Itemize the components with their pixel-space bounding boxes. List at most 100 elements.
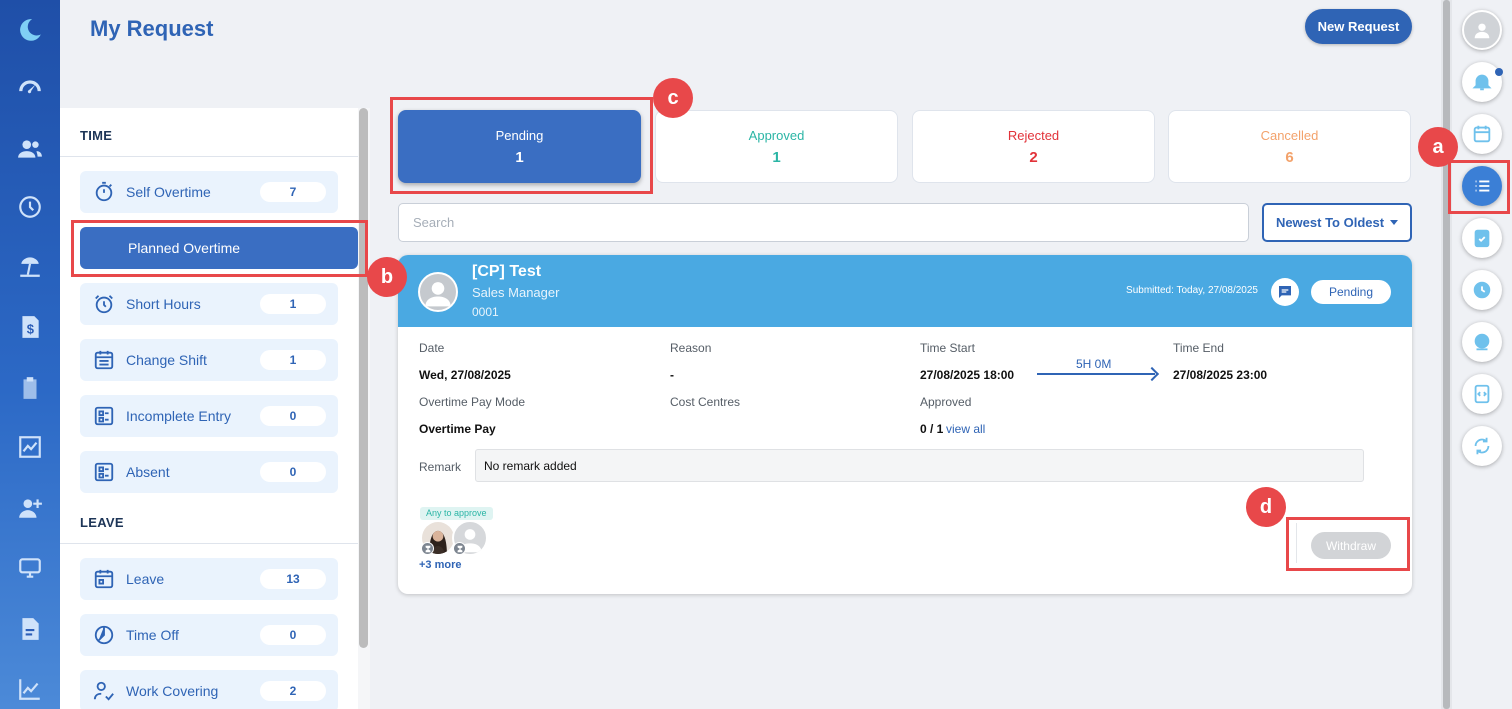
tab-count: 6 <box>1285 148 1294 166</box>
sidebar-item-change-shift[interactable]: Change Shift 1 <box>80 339 338 381</box>
sidebar-scrollbar-thumb[interactable] <box>359 108 368 648</box>
time-section-heading: TIME <box>80 128 113 143</box>
time-end-value: 27/08/2025 23:00 <box>1173 368 1268 382</box>
any-to-approve-tag: Any to approve <box>420 507 493 520</box>
tab-count: 2 <box>1029 148 1038 166</box>
sidebar-item-work-covering[interactable]: Work Covering 2 <box>80 670 338 709</box>
document-icon[interactable] <box>14 613 46 645</box>
page-title: My Request <box>90 16 214 41</box>
globe-button[interactable] <box>1462 322 1502 362</box>
date-label: Date <box>419 341 445 355</box>
date-value: Wed, 27/08/2025 <box>419 368 511 382</box>
tasks-button[interactable] <box>1462 218 1502 258</box>
sidebar-item-short-hours[interactable]: Short Hours 1 <box>80 283 338 325</box>
sidebar-item-absent[interactable]: Absent 0 <box>80 451 338 493</box>
list-icon <box>1475 180 1490 192</box>
pay-mode-value: Overtime Pay <box>419 422 496 436</box>
time-end-label: Time End <box>1173 341 1224 355</box>
employee-name: [CP] Test <box>472 263 542 280</box>
sidebar-item-count: 2 <box>260 681 326 701</box>
tab-label: Rejected <box>1007 127 1060 143</box>
dashboard-gauge-icon[interactable] <box>14 73 46 105</box>
bell-icon <box>1472 74 1492 91</box>
request-card[interactable]: [CP] Test Sales Manager 0001 Submitted: … <box>398 255 1412 594</box>
tab-pending[interactable]: Pending 1 <box>398 110 641 183</box>
sidebar-item-time-off[interactable]: Time Off 0 <box>80 614 338 656</box>
tab-cancelled[interactable]: Cancelled 6 <box>1168 110 1411 183</box>
withdraw-button[interactable]: Withdraw <box>1311 532 1391 559</box>
sync-button[interactable] <box>1462 426 1502 466</box>
clipboard-check-icon <box>1474 229 1490 248</box>
notification-dot <box>1495 68 1503 76</box>
tab-count: 1 <box>772 148 781 166</box>
sidebar-item-label: Absent <box>126 464 170 480</box>
report-chart-icon[interactable] <box>14 431 46 463</box>
caret-down-icon <box>1390 220 1399 225</box>
analytics-line-icon[interactable] <box>14 673 46 705</box>
calendar-icon <box>1473 125 1491 143</box>
annotation-marker-d: d <box>1246 487 1286 527</box>
divider <box>60 543 358 544</box>
profile-avatar-button[interactable] <box>1462 10 1502 50</box>
monitor-icon[interactable] <box>14 552 46 584</box>
add-user-icon[interactable] <box>14 492 46 524</box>
code-file-icon <box>1474 384 1490 404</box>
more-approvers-link[interactable]: +3 more <box>419 559 462 571</box>
main-nav-rail: $ <box>0 0 60 709</box>
sidebar-item-self-overtime[interactable]: Self Overtime 7 <box>80 171 338 213</box>
form-grid-icon <box>92 460 116 484</box>
my-request-list-button[interactable] <box>1462 166 1502 206</box>
attendance-button[interactable] <box>1462 270 1502 310</box>
duration-text: 5H 0M <box>1076 357 1112 371</box>
sidebar-item-label: Planned Overtime <box>128 240 241 256</box>
globe-icon <box>1474 333 1490 351</box>
clock-icon <box>1473 281 1491 299</box>
new-request-button[interactable]: New Request <box>1305 9 1412 44</box>
beach-leave-icon[interactable] <box>14 250 46 282</box>
chat-bubble-icon <box>1279 286 1291 298</box>
divider <box>1296 523 1297 563</box>
tab-approved[interactable]: Approved 1 <box>655 110 898 183</box>
sidebar-item-label: Change Shift <box>126 352 207 368</box>
code-document-button[interactable] <box>1462 374 1502 414</box>
request-category-sidebar: TIME Self Overtime 7 Planned Overtime Sh… <box>60 108 370 709</box>
sidebar-item-label: Self Overtime <box>126 184 211 200</box>
alarm-clock-icon <box>92 292 116 316</box>
moon-logo-icon[interactable] <box>14 14 46 46</box>
clipboard-icon[interactable] <box>14 372 46 404</box>
employee-role: Sales Manager <box>472 285 560 300</box>
page-scrollbar-thumb[interactable] <box>1443 0 1450 709</box>
pie-clock-icon <box>92 623 116 647</box>
refresh-icon <box>1474 437 1490 455</box>
sidebar-item-incomplete-entry[interactable]: Incomplete Entry 0 <box>80 395 338 437</box>
history-icon[interactable] <box>14 191 46 223</box>
comment-button[interactable] <box>1271 278 1299 306</box>
people-icon[interactable] <box>14 133 46 165</box>
reason-label: Reason <box>670 341 712 355</box>
tab-count: 1 <box>515 148 524 166</box>
approved-value: 0 / 1 <box>920 422 944 436</box>
svg-text:$: $ <box>27 322 35 337</box>
annotation-marker-c: c <box>653 78 693 118</box>
sidebar-item-leave[interactable]: Leave 13 <box>80 558 338 600</box>
calendar-list-icon <box>92 348 116 372</box>
reason-value: - <box>670 368 674 382</box>
sort-dropdown[interactable]: Newest To Oldest <box>1262 203 1412 242</box>
sidebar-item-label: Time Off <box>126 627 179 643</box>
payroll-dollar-icon[interactable]: $ <box>14 311 46 343</box>
tab-label: Pending <box>495 127 544 143</box>
form-grid-icon <box>92 404 116 428</box>
approved-label: Approved <box>920 395 972 409</box>
search-input[interactable] <box>398 203 1249 242</box>
remark-label: Remark <box>419 460 462 474</box>
sidebar-item-count: 0 <box>260 462 326 482</box>
sort-label: Newest To Oldest <box>1275 215 1385 230</box>
hourglass-icon <box>421 542 434 555</box>
tab-rejected[interactable]: Rejected 2 <box>912 110 1155 183</box>
sidebar-item-planned-overtime[interactable]: Planned Overtime <box>80 227 358 269</box>
employee-id: 0001 <box>472 305 499 319</box>
calendar-icon <box>92 567 116 591</box>
view-all-link[interactable]: view all <box>946 422 985 436</box>
annotation-marker-a: a <box>1418 127 1458 167</box>
calendar-button[interactable] <box>1462 114 1502 154</box>
